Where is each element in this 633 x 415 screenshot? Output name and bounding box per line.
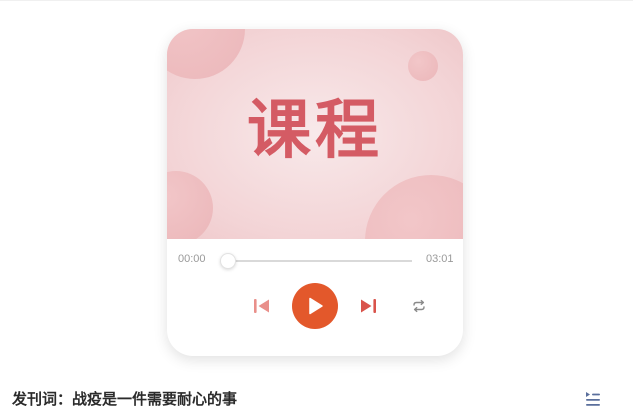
progress-knob[interactable]: [220, 253, 236, 269]
playback-controls: [167, 283, 463, 331]
episode-title: 发刊词：战疫是一件需要耐心的事: [12, 390, 238, 408]
current-time: 00:00: [178, 253, 206, 265]
audio-player-card: 课程 00:00 03:01: [167, 29, 463, 356]
course-cover: 课程: [167, 29, 463, 239]
skip-next-icon: [361, 299, 376, 313]
progress-row: 00:00 03:01: [167, 249, 463, 273]
decorative-circle: [167, 171, 213, 239]
loop-button[interactable]: [409, 295, 429, 317]
top-divider: [0, 0, 633, 1]
cover-title: 课程: [247, 94, 383, 168]
next-button[interactable]: [357, 295, 379, 317]
decorative-circle: [167, 29, 245, 79]
play-icon: [309, 297, 323, 315]
skip-previous-icon: [254, 299, 269, 313]
previous-button[interactable]: [251, 295, 273, 317]
play-button[interactable]: [292, 283, 338, 329]
progress-track[interactable]: [228, 260, 412, 262]
playlist-icon: [586, 392, 600, 406]
decorative-circle: [365, 175, 463, 239]
playlist-button[interactable]: [583, 389, 603, 409]
decorative-circle: [408, 51, 438, 81]
loop-icon: [413, 299, 425, 313]
total-time: 03:01: [426, 253, 454, 265]
page: 课程 00:00 03:01 发刊词：战疫是一件需要耐心的事: [0, 0, 633, 415]
